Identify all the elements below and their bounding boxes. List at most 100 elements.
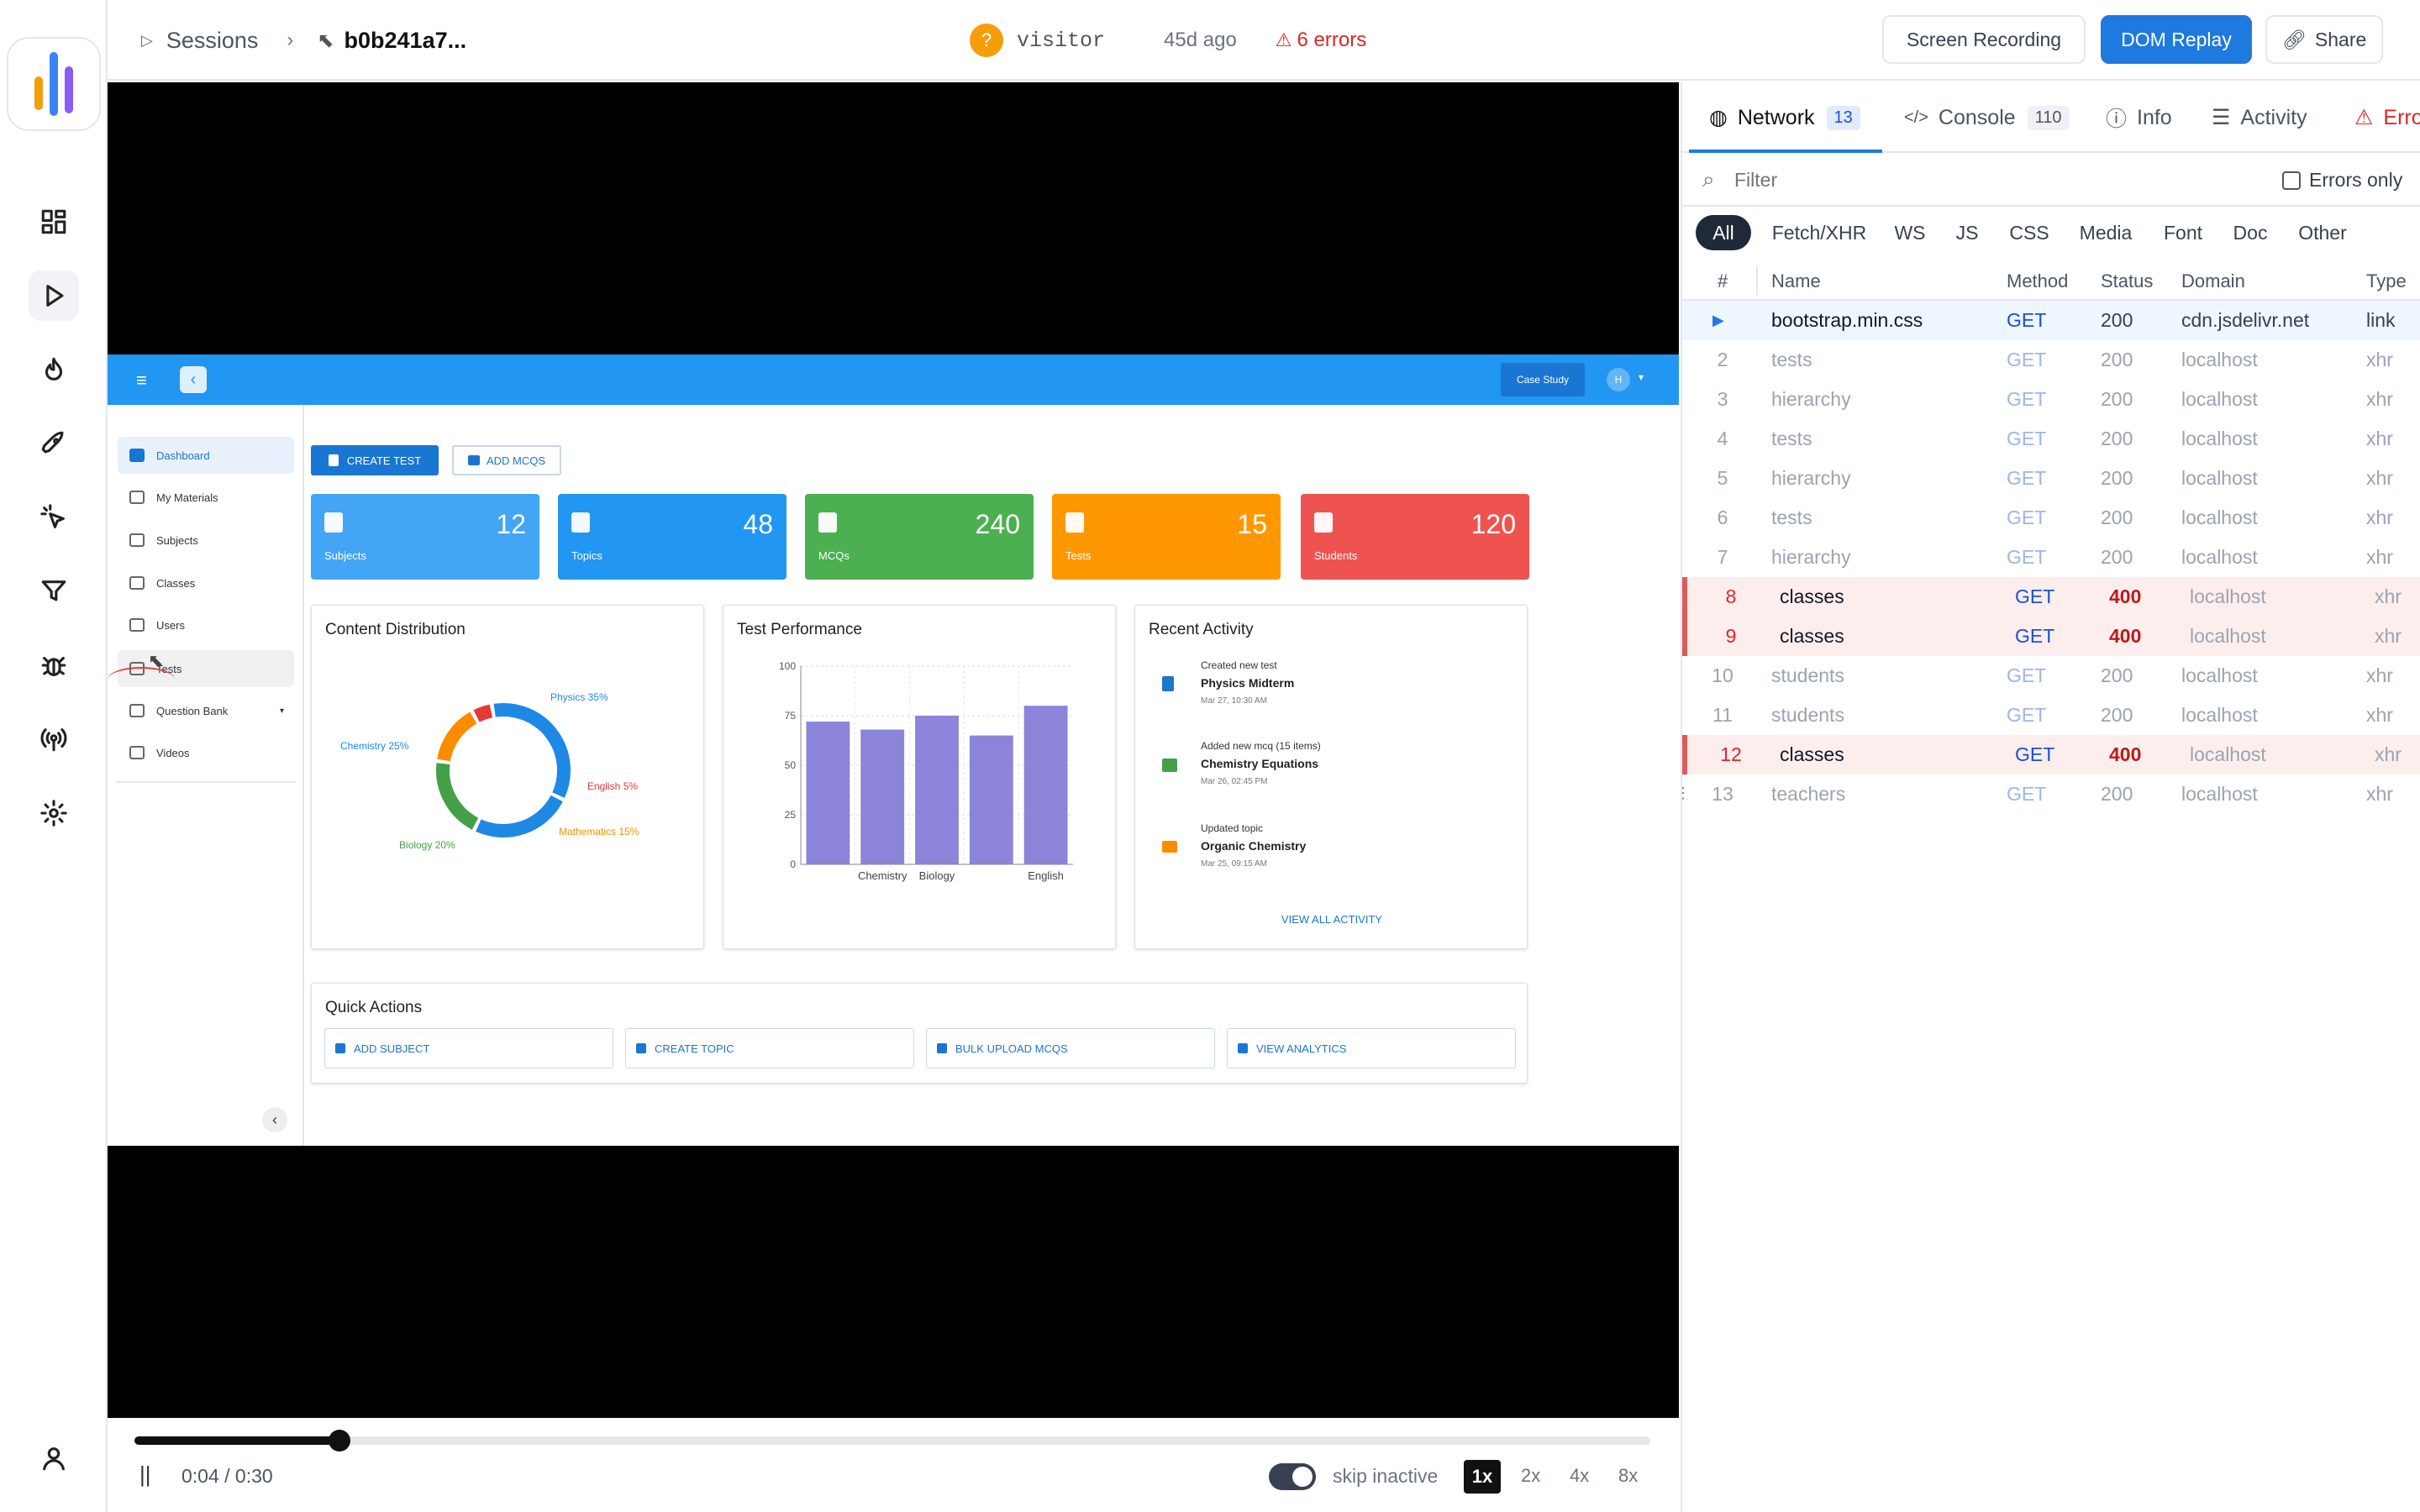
progress-track[interactable] [134, 1430, 1650, 1452]
request-row[interactable]: 6 tests GET 200 localhost xhr [1682, 498, 2420, 538]
rocket-icon[interactable] [29, 418, 79, 469]
play-icon[interactable] [29, 270, 79, 321]
type-ws[interactable]: WS [1886, 215, 1934, 250]
type-other[interactable]: Other [2287, 215, 2358, 250]
col-type[interactable]: Type [2366, 270, 2407, 292]
speed-8x[interactable]: 8x [1618, 1465, 1638, 1487]
col-domain[interactable]: Domain [2181, 270, 2245, 292]
dom-replay-button[interactable]: DOM Replay [2101, 15, 2252, 64]
create-topic-button[interactable]: CREATE TOPIC [625, 1028, 914, 1068]
request-row[interactable]: 2 tests GET 200 localhost xhr [1682, 340, 2420, 380]
nav-question-bank[interactable]: Question Bank ▾ [118, 692, 294, 729]
speed-1x[interactable]: 1x [1464, 1460, 1501, 1494]
case-study-button[interactable]: Case Study [1501, 363, 1585, 396]
user-icon[interactable] [29, 1433, 79, 1483]
add-mcqs-button[interactable]: ADD MCQS [452, 445, 561, 475]
stat-card-mcqs[interactable]: 240 MCQs [805, 494, 1034, 580]
back-circle-icon[interactable]: ‹ [180, 366, 207, 393]
request-row[interactable]: 11 students GET 200 localhost xhr [1682, 696, 2420, 735]
flame-icon[interactable] [29, 344, 79, 395]
col-status[interactable]: Status [2101, 270, 2153, 292]
view-analytics-button[interactable]: VIEW ANALYTICS [1227, 1028, 1516, 1068]
nav-classes[interactable]: Classes [118, 564, 294, 601]
progress-handle[interactable] [328, 1430, 350, 1452]
type-js[interactable]: JS [1946, 215, 1988, 250]
type-media[interactable]: Media [2069, 215, 2143, 250]
nav-videos[interactable]: Videos [118, 734, 294, 771]
request-row[interactable]: 3 hierarchy GET 200 localhost xhr [1682, 380, 2420, 419]
type-doc[interactable]: Doc [2223, 215, 2277, 250]
menu-icon[interactable]: ≡ [136, 370, 147, 391]
type-fetch-xhr[interactable]: Fetch/XHR [1765, 215, 1874, 250]
type-all[interactable]: All [1696, 215, 1751, 250]
bar[interactable] [915, 716, 959, 864]
request-row[interactable]: 8 classes GET 400 localhost xhr [1682, 577, 2420, 617]
settings-icon[interactable] [29, 788, 79, 838]
request-row[interactable]: 7 hierarchy GET 200 localhost xhr [1682, 538, 2420, 577]
user-avatar[interactable]: H [1607, 368, 1630, 391]
col-name[interactable]: Name [1771, 270, 1821, 292]
cell-method: GET [2015, 625, 2055, 647]
skip-inactive-toggle[interactable] [1269, 1463, 1316, 1490]
request-row[interactable]: 12 classes GET 400 localhost xhr [1682, 735, 2420, 774]
add-subject-button[interactable]: ADD SUBJECT [324, 1028, 613, 1068]
nav-dashboard[interactable]: Dashboard [118, 437, 294, 474]
tab-errors[interactable]: ⚠ Errors [2354, 82, 2420, 153]
tab-label: Errors [2383, 105, 2420, 129]
errors-only-checkbox[interactable] [2282, 171, 2301, 190]
request-row[interactable]: 5 hierarchy GET 200 localhost xhr [1682, 459, 2420, 498]
tab-activity[interactable]: ☰ Activity [2212, 82, 2307, 153]
tab-info[interactable]: ⓘ Info [2106, 82, 2172, 153]
request-row[interactable]: 9 classes GET 400 localhost xhr [1682, 617, 2420, 656]
bar[interactable] [1023, 706, 1068, 864]
request-row[interactable]: 10 students GET 200 localhost xhr [1682, 656, 2420, 696]
speed-4x[interactable]: 4x [1570, 1465, 1589, 1487]
caret-down-icon[interactable]: ▾ [1639, 371, 1644, 383]
bar[interactable] [969, 735, 1013, 864]
bar[interactable] [860, 729, 905, 864]
nav-users[interactable]: Users [118, 606, 294, 643]
collapse-icon[interactable]: ‹ [262, 1107, 287, 1132]
request-row[interactable]: bootstrap.min.css GET 200 cdn.jsdelivr.net l… [1682, 301, 2420, 340]
screen-recording-button[interactable]: Screen Recording [1882, 15, 2086, 64]
donut-slice-english[interactable] [473, 704, 493, 722]
breadcrumb-sessions[interactable]: Sessions [166, 28, 259, 54]
speed-2x[interactable]: 2x [1521, 1465, 1540, 1487]
request-row[interactable]: 13 teachers GET 200 localhost xhr [1682, 774, 2420, 814]
broadcast-icon[interactable] [29, 714, 79, 764]
error-count[interactable]: 6 errors [1297, 29, 1367, 52]
stat-card-subjects[interactable]: 12 Subjects [311, 494, 539, 580]
bulk-upload-mcqs-button[interactable]: BULK UPLOAD MCQS [926, 1028, 1215, 1068]
donut-slice-biology[interactable] [436, 763, 479, 830]
nav-my-materials[interactable]: My Materials [118, 479, 294, 516]
request-row[interactable]: 4 tests GET 200 localhost xhr [1682, 419, 2420, 459]
share-button[interactable]: 🔗︎ Share [2265, 15, 2383, 64]
row-expand-icon[interactable]: ▶ [1712, 301, 1724, 340]
tab-console[interactable]: </> Console 110 [1904, 82, 2070, 153]
activity-action: Added new mcq (15 items) [1201, 740, 1321, 752]
label-physics: Physics 35% [550, 691, 608, 703]
bug-icon[interactable] [29, 640, 79, 690]
pause-icon[interactable]: || [139, 1462, 151, 1488]
visitor-name[interactable]: visitor [1017, 29, 1105, 53]
funnel-icon[interactable] [29, 566, 79, 617]
create-test-button[interactable]: CREATE TEST [311, 445, 439, 475]
col-number[interactable]: # [1718, 270, 1728, 292]
stat-card-students[interactable]: 120 Students [1301, 494, 1529, 580]
donut-slice-physics[interactable] [493, 703, 571, 798]
tab-network[interactable]: ◍ Network 13 [1709, 82, 1860, 153]
donut-slice-chemistry[interactable] [476, 795, 563, 837]
app-logo[interactable] [7, 37, 101, 131]
dashboard-icon[interactable] [29, 197, 79, 247]
stat-card-tests[interactable]: 15 Tests [1052, 494, 1281, 580]
click-icon[interactable] [29, 492, 79, 543]
type-font[interactable]: Font [2153, 215, 2213, 250]
type-css[interactable]: CSS [2002, 215, 2057, 250]
donut-slice-mathematics[interactable] [437, 711, 477, 762]
col-method[interactable]: Method [2007, 270, 2068, 292]
view-all-activity-link[interactable]: VIEW ALL ACTIVITY [1135, 913, 1528, 926]
nav-subjects[interactable]: Subjects [118, 522, 294, 559]
stat-card-topics[interactable]: 48 Topics [558, 494, 786, 580]
bar[interactable] [806, 722, 850, 864]
filter-input[interactable] [1734, 163, 2171, 197]
